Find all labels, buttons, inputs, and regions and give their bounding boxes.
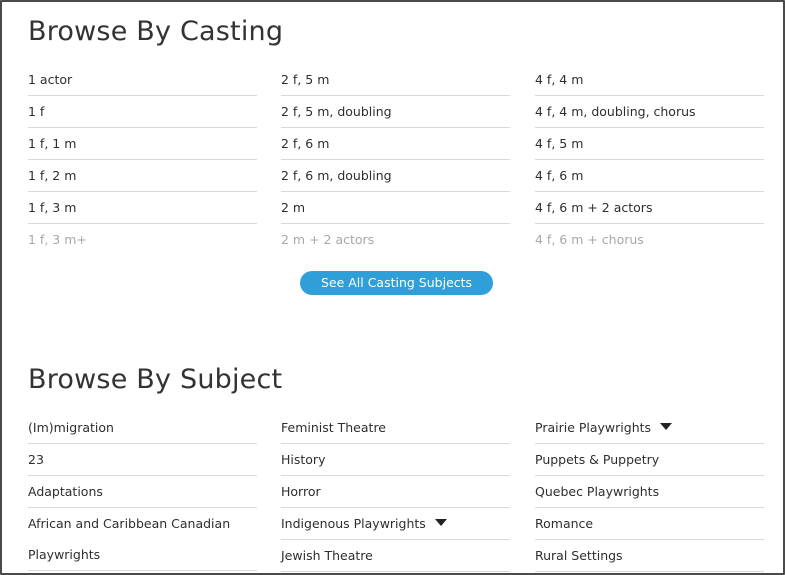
subject-dropdown-item[interactable]: Indigenous Playwrights	[281, 508, 510, 540]
casting-link[interactable]: 2 f, 6 m	[281, 128, 510, 160]
subject-link[interactable]: (Im)migration	[28, 412, 257, 444]
casting-link[interactable]: 4 f, 6 m	[535, 160, 764, 192]
subject-link-label: Prairie Playwrights	[535, 420, 652, 435]
casting-link-faded[interactable]: 1 f, 3 m+	[28, 224, 257, 255]
casting-link[interactable]: 4 f, 4 m	[535, 64, 764, 96]
subject-link[interactable]: Puppets & Puppetry	[535, 444, 764, 476]
subject-link[interactable]: Feminist Theatre	[281, 412, 510, 444]
casting-link-faded[interactable]: 4 f, 6 m + chorus	[535, 224, 764, 255]
subject-link[interactable]: Romance	[535, 508, 764, 540]
see-all-casting-button[interactable]: See All Casting Subjects	[300, 271, 493, 295]
casting-link[interactable]: 4 f, 5 m	[535, 128, 764, 160]
subject-link[interactable]: Playwrights	[28, 539, 257, 571]
subject-column-2: Feminist Theatre History Horror Indigeno…	[281, 412, 510, 572]
casting-link[interactable]: 1 actor	[28, 64, 257, 96]
subject-link-label: Indigenous Playwrights	[281, 516, 426, 531]
subject-link[interactable]: Quebec Playwrights	[535, 476, 764, 508]
casting-link[interactable]: 4 f, 4 m, doubling, chorus	[535, 96, 764, 128]
casting-link[interactable]: 1 f, 1 m	[28, 128, 257, 160]
page-frame: Browse By Casting 1 actor 1 f 1 f, 1 m 1…	[0, 0, 785, 575]
caret-down-icon[interactable]	[660, 423, 673, 430]
casting-link[interactable]: 1 f, 2 m	[28, 160, 257, 192]
casting-link[interactable]: 2 f, 5 m	[281, 64, 510, 96]
casting-link[interactable]: 1 f	[28, 96, 257, 128]
casting-link[interactable]: 2 m	[281, 192, 510, 224]
casting-link[interactable]: 1 f, 3 m	[28, 192, 257, 224]
subject-link[interactable]: Jewish Theatre	[281, 540, 510, 572]
casting-column-1: 1 actor 1 f 1 f, 1 m 1 f, 2 m 1 f, 3 m 1…	[28, 64, 257, 255]
casting-link[interactable]: 4 f, 6 m + 2 actors	[535, 192, 764, 224]
subject-link[interactable]: 23	[28, 444, 257, 476]
casting-column-2: 2 f, 5 m 2 f, 5 m, doubling 2 f, 6 m 2 f…	[281, 64, 510, 255]
casting-section-title: Browse By Casting	[28, 16, 284, 47]
subject-link[interactable]: Adaptations	[28, 476, 257, 508]
subject-dropdown-item[interactable]: Prairie Playwrights	[535, 412, 764, 444]
subject-column-1: (Im)migration 23 Adaptations African and…	[28, 412, 257, 571]
casting-link[interactable]: 2 f, 5 m, doubling	[281, 96, 510, 128]
casting-column-3: 4 f, 4 m 4 f, 4 m, doubling, chorus 4 f,…	[535, 64, 764, 255]
subject-link[interactable]: Horror	[281, 476, 510, 508]
casting-link-faded[interactable]: 2 m + 2 actors	[281, 224, 510, 255]
subject-link[interactable]: Rural Settings	[535, 540, 764, 572]
subject-column-3: Prairie Playwrights Puppets & Puppetry Q…	[535, 412, 764, 572]
casting-link[interactable]: 2 f, 6 m, doubling	[281, 160, 510, 192]
subject-link[interactable]: African and Caribbean Canadian	[28, 508, 257, 539]
subject-section-title: Browse By Subject	[28, 364, 283, 395]
subject-link[interactable]: History	[281, 444, 510, 476]
caret-down-icon[interactable]	[434, 519, 447, 526]
